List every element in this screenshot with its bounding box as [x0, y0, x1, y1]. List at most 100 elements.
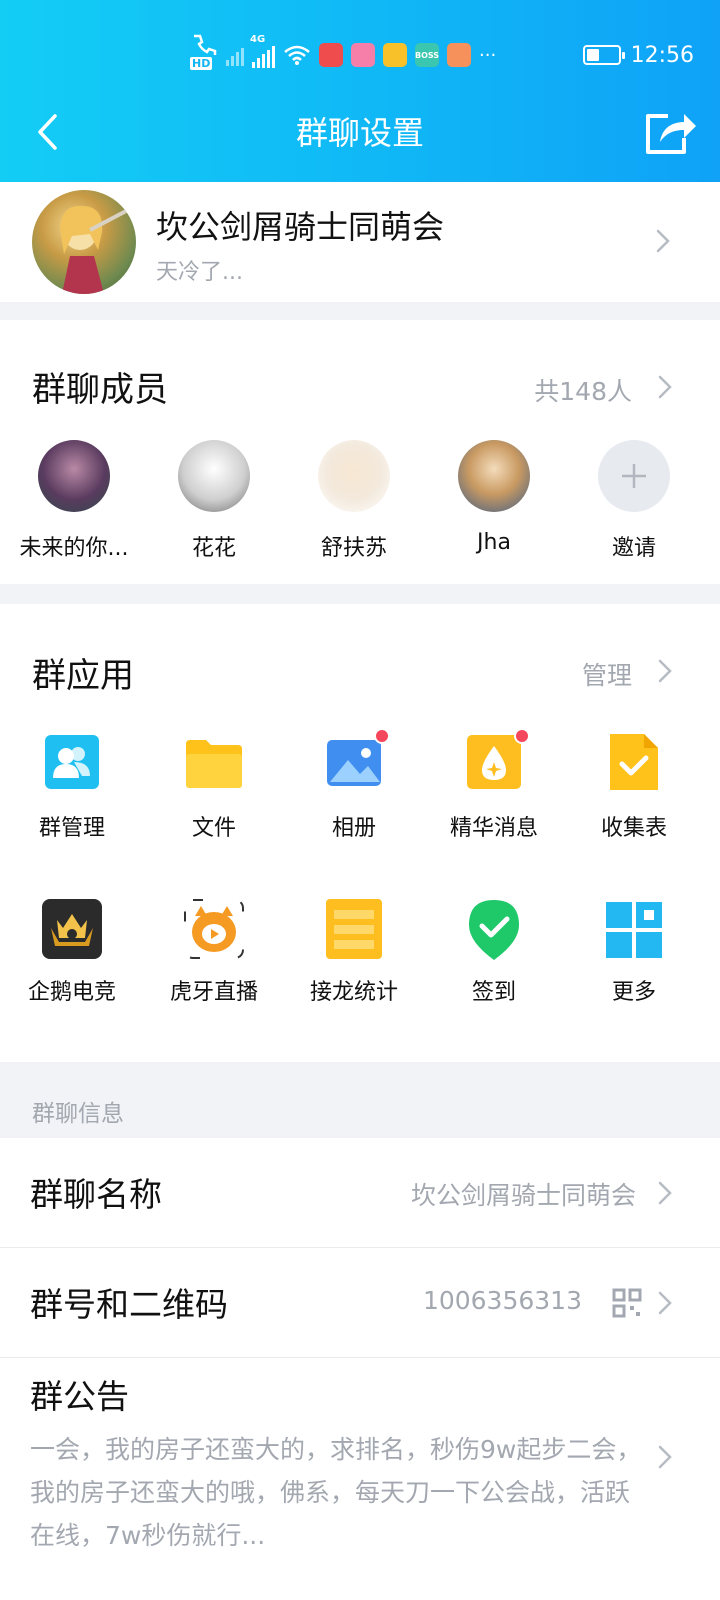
network-type-label: 4G — [250, 34, 266, 45]
chevron-right-icon — [658, 1181, 672, 1205]
boss-label: BOSS — [414, 50, 440, 60]
app-label: 接龙统计 — [309, 980, 398, 1005]
group-profile-card[interactable]: 坎公剑屑骑士同萌会 天冷了... — [0, 182, 720, 302]
nav-bar: 群聊设置 — [0, 90, 720, 174]
invite-avatar — [598, 440, 670, 512]
app-checkin[interactable]: 签到 — [424, 898, 564, 1006]
member-avatar — [318, 440, 390, 512]
signal-sim1-icon — [226, 44, 244, 66]
row-title: 群聊名称 — [30, 1175, 162, 1214]
esports-icon — [41, 898, 103, 960]
app-label: 虎牙直播 — [169, 980, 258, 1005]
notice-text: 一会，我的房子还蛮大的，求排名，秒伤9w起步二会，我的房子还蛮大的哦，佛系，每天… — [30, 1435, 642, 1550]
chevron-right-icon — [656, 229, 670, 253]
hd-label: HD — [190, 57, 213, 70]
app-huya[interactable]: 虎牙直播 — [144, 898, 284, 1006]
member-item[interactable]: 未来的你... — [4, 440, 144, 562]
member-count[interactable]: 共148人 — [534, 372, 632, 408]
group-number-row[interactable]: 群号和二维码 1006356313 — [0, 1248, 720, 1358]
group-notice-row[interactable]: 群公告 一会，我的房子还蛮大的，求排名，秒伤9w起步二会，我的房子还蛮大的哦，佛… — [0, 1358, 720, 1600]
app-essence[interactable]: 精华消息 — [424, 728, 564, 842]
hd-call-indicator: HD — [190, 33, 218, 77]
battery-icon — [582, 45, 625, 65]
health-app-icon — [447, 43, 471, 67]
members-title: 群聊成员 — [32, 370, 168, 410]
row-title: 群号和二维码 — [30, 1285, 228, 1324]
clock: 12:56 — [630, 42, 694, 68]
notification-dot — [514, 728, 530, 744]
app-label: 文件 — [191, 816, 236, 841]
huawei-app-icon — [319, 43, 343, 67]
essence-icon — [466, 728, 530, 790]
group-name-value: 坎公剑屑骑士同萌会 — [410, 1181, 636, 1210]
member-avatar — [38, 440, 110, 512]
boss-app-icon: BOSS — [415, 43, 439, 67]
app-label: 收集表 — [600, 816, 667, 841]
group-name-row[interactable]: 群聊名称 坎公剑屑骑士同萌会 — [0, 1138, 720, 1248]
apps-section: 群应用 管理 群管理 文件 相册 精华消息 收集表 企鹅电竞 虎牙直播 接龙统计… — [0, 604, 720, 1062]
qr-code-icon[interactable] — [612, 1288, 642, 1318]
member-name: 花花 — [191, 536, 236, 561]
share-button[interactable] — [640, 102, 700, 162]
back-arrow-icon — [38, 114, 57, 150]
phone-call-icon — [194, 34, 217, 55]
app-files[interactable]: 文件 — [144, 734, 284, 842]
group-manage-icon — [44, 734, 100, 790]
checkin-icon — [467, 898, 521, 962]
app-group-manage[interactable]: 群管理 — [2, 734, 142, 842]
group-subtitle: 天冷了... — [156, 260, 243, 285]
signal-4g-icon: 4G — [250, 34, 275, 68]
app-label: 相册 — [331, 816, 376, 841]
chevron-right-icon — [658, 1445, 672, 1469]
mail-app-icon — [383, 43, 407, 67]
album-icon — [326, 728, 390, 790]
member-avatar — [178, 440, 250, 512]
member-item[interactable]: 花花 — [144, 440, 284, 562]
manage-button[interactable]: 管理 — [582, 656, 632, 692]
member-item[interactable]: 舒扶苏 — [284, 440, 424, 562]
apps-title: 群应用 — [32, 656, 134, 696]
folder-icon — [186, 734, 242, 790]
chevron-right-icon — [658, 375, 672, 399]
member-item[interactable]: Jha — [424, 440, 564, 555]
app-relay[interactable]: 接龙统计 — [284, 898, 424, 1006]
member-name: 未来的你... — [19, 536, 129, 561]
huya-icon — [183, 898, 245, 960]
notification-dot — [374, 728, 390, 744]
plus-icon — [622, 464, 646, 488]
anime-character-avatar — [60, 205, 129, 294]
group-avatar — [32, 190, 136, 294]
relay-icon — [325, 898, 383, 960]
members-section: 群聊成员 共148人 未来的你... 花花 舒扶苏 Jha 邀请 — [0, 320, 720, 584]
header-bar: HD 4G BOSS ··· 12:56 群聊设置 — [0, 0, 720, 182]
back-button[interactable] — [22, 104, 72, 160]
app-label: 精华消息 — [449, 816, 538, 841]
invite-label: 邀请 — [611, 536, 656, 561]
wifi-icon — [284, 45, 310, 65]
member-name: 舒扶苏 — [320, 536, 387, 561]
chevron-right-icon — [658, 1291, 672, 1315]
member-name: Jha — [477, 530, 511, 555]
group-name: 坎公剑屑骑士同萌会 — [156, 208, 445, 246]
share-icon — [646, 114, 696, 154]
group-info-label: 群聊信息 — [32, 1101, 124, 1127]
app-more[interactable]: 更多 — [564, 898, 704, 1006]
shopping-app-icon — [351, 43, 375, 67]
more-apps-icon — [606, 902, 662, 958]
app-label: 企鹅电竞 — [27, 980, 116, 1005]
app-esports[interactable]: 企鹅电竞 — [2, 898, 142, 1006]
status-bar: HD 4G BOSS ··· 12:56 — [0, 30, 720, 80]
more-notifications-icon: ··· — [479, 44, 497, 66]
app-label: 群管理 — [38, 816, 105, 841]
form-icon — [606, 734, 662, 790]
invite-button[interactable]: 邀请 — [564, 440, 704, 562]
page-title: 群聊设置 — [295, 114, 424, 152]
member-avatar — [458, 440, 530, 512]
app-form[interactable]: 收集表 — [564, 734, 704, 842]
app-label: 签到 — [471, 980, 516, 1005]
app-album[interactable]: 相册 — [284, 728, 424, 842]
app-label: 更多 — [611, 980, 656, 1005]
group-number-value: 1006356313 — [422, 1286, 582, 1315]
notice-title: 群公告 — [30, 1377, 129, 1416]
chevron-right-icon — [658, 659, 672, 683]
